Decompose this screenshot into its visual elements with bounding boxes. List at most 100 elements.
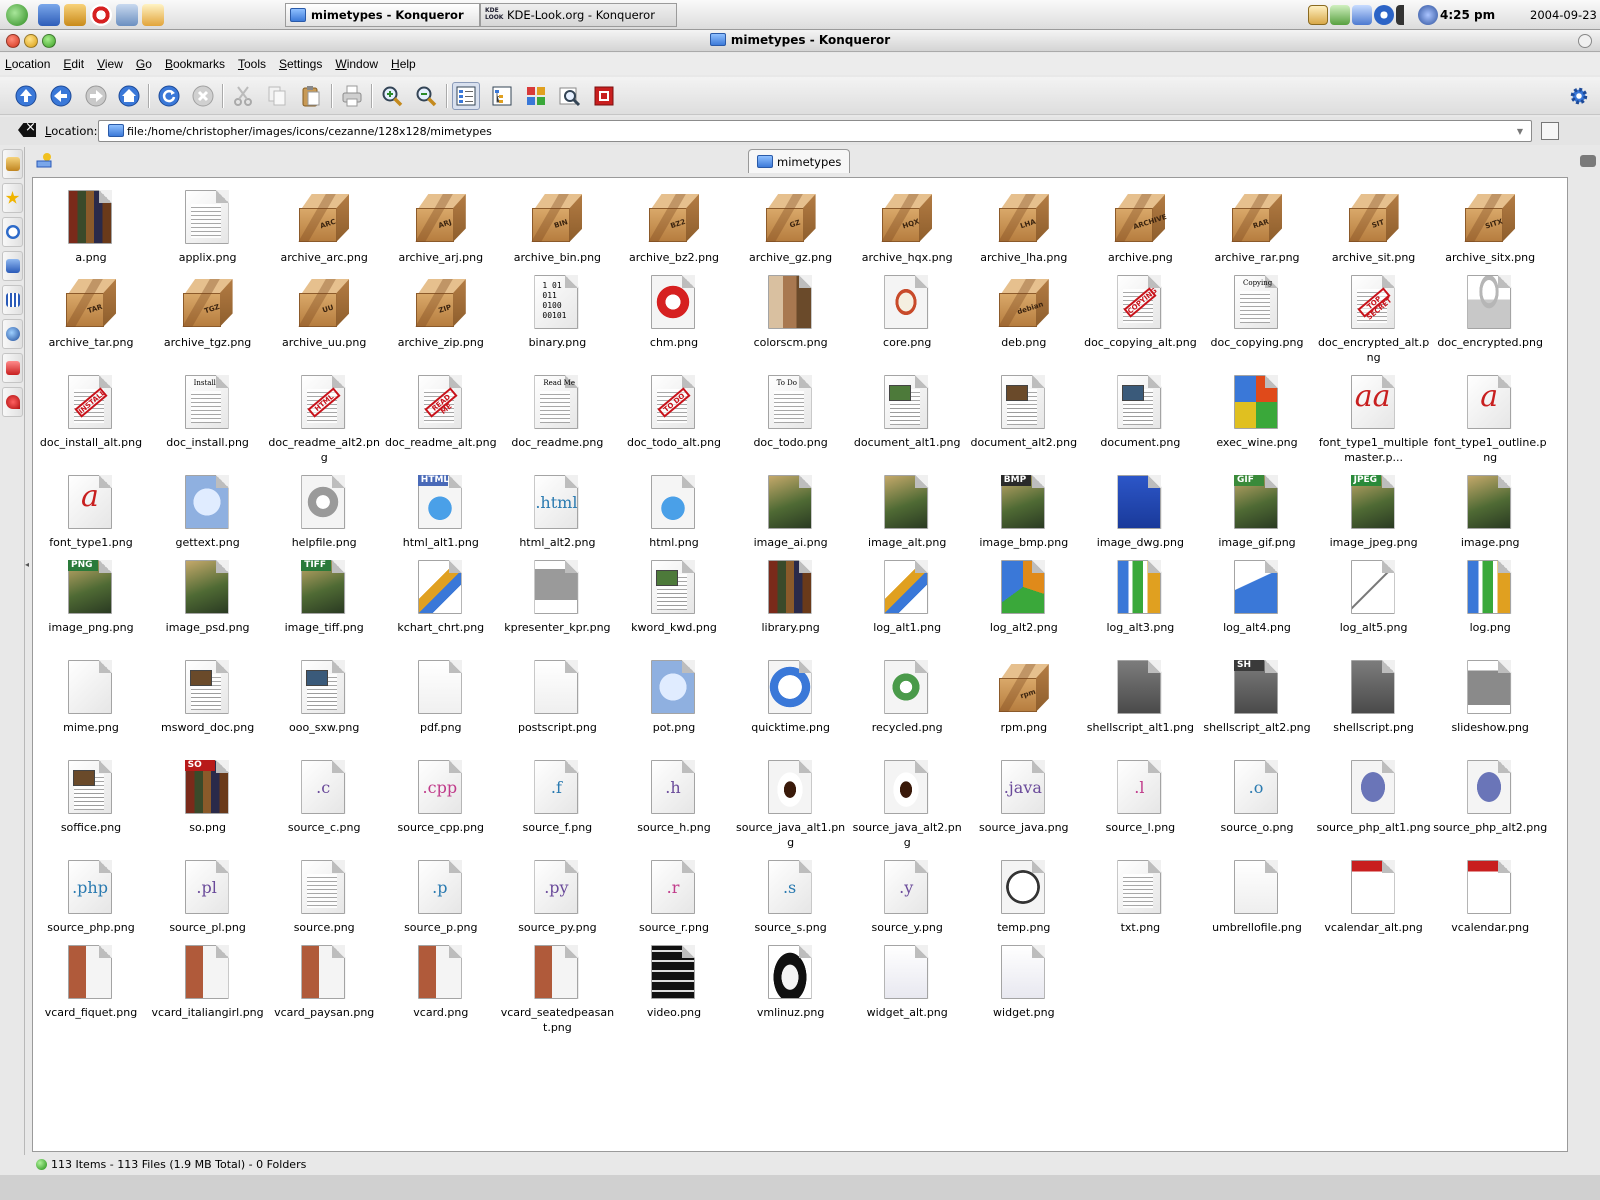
file-item[interactable]: slideshow.png xyxy=(1433,652,1547,738)
file-item[interactable]: ooo_sxw.png xyxy=(267,652,381,738)
file-item[interactable]: JPEG image_jpeg.png xyxy=(1317,467,1431,553)
file-item[interactable]: kchart_chrt.png xyxy=(384,552,498,638)
tree-view-button[interactable] xyxy=(488,82,516,110)
sidebar-tab-history[interactable] xyxy=(2,217,23,247)
file-item[interactable]: document.png xyxy=(1083,367,1197,453)
file-item[interactable]: SIT archive_sit.png xyxy=(1317,182,1431,268)
file-item[interactable]: .y source_y.png xyxy=(850,852,964,938)
file-item[interactable]: TIFF image_tiff.png xyxy=(267,552,381,638)
file-item[interactable]: .o source_o.png xyxy=(1200,752,1314,838)
file-item[interactable]: Copying doc_copying.png xyxy=(1200,267,1314,353)
file-item[interactable]: temp.png xyxy=(967,852,1081,938)
file-item[interactable]: kpresenter_kpr.png xyxy=(500,552,614,638)
menu-window[interactable]: Window xyxy=(335,57,378,71)
file-item[interactable]: vcard_fiquet.png xyxy=(34,937,148,1023)
close-tab-icon[interactable] xyxy=(1580,155,1596,167)
network-icon[interactable] xyxy=(116,4,138,26)
file-item[interactable]: .r source_r.png xyxy=(617,852,731,938)
file-item[interactable]: GZ archive_gz.png xyxy=(734,182,848,268)
file-item[interactable]: log.png xyxy=(1433,552,1547,638)
back-button[interactable] xyxy=(47,82,75,110)
file-item[interactable]: .c source_c.png xyxy=(267,752,381,838)
file-item[interactable]: a.png xyxy=(34,182,148,268)
desktop-switch-icon[interactable] xyxy=(1352,5,1372,25)
file-item[interactable]: vcalendar.png xyxy=(1433,852,1547,938)
file-item[interactable]: applix.png xyxy=(151,182,265,268)
volume-icon[interactable] xyxy=(1396,5,1416,25)
new-tab-icon[interactable] xyxy=(35,151,53,169)
file-item[interactable]: .php source_php.png xyxy=(34,852,148,938)
file-item[interactable]: mime.png xyxy=(34,652,148,738)
home-folder-icon[interactable] xyxy=(64,4,86,26)
multicolumn-view-button[interactable] xyxy=(522,82,550,110)
sidebar-tab-config[interactable] xyxy=(2,149,23,179)
file-item[interactable]: INSTALL doc_install_alt.png xyxy=(34,367,148,453)
sidebar-resize-handle[interactable]: ◂ xyxy=(25,560,31,569)
file-item[interactable]: txt.png xyxy=(1083,852,1197,938)
gear-icon[interactable] xyxy=(1568,85,1590,107)
file-item[interactable]: vcard_italiangirl.png xyxy=(151,937,265,1023)
file-item[interactable]: .pl source_pl.png xyxy=(151,852,265,938)
file-item[interactable]: ARJ archive_arj.png xyxy=(384,182,498,268)
file-item[interactable]: source_php_alt2.png xyxy=(1433,752,1547,838)
sidebar-tab-media[interactable] xyxy=(2,285,23,315)
file-item[interactable]: postscript.png xyxy=(500,652,614,738)
file-item[interactable]: debian deb.png xyxy=(967,267,1081,353)
file-item[interactable]: colorscm.png xyxy=(734,267,848,353)
file-item[interactable]: UU archive_uu.png xyxy=(267,267,381,353)
file-item[interactable]: vcalendar_alt.png xyxy=(1317,852,1431,938)
file-icon-view[interactable]: a.png applix.png ARC archive_arc.png ARJ arch… xyxy=(32,177,1568,1152)
file-item[interactable]: PNG image_png.png xyxy=(34,552,148,638)
file-item[interactable]: rpm rpm.png xyxy=(967,652,1081,738)
file-item[interactable]: quicktime.png xyxy=(734,652,848,738)
file-item[interactable]: BZ2 archive_bz2.png xyxy=(617,182,731,268)
file-item[interactable]: ARCHIVE archive.png xyxy=(1083,182,1197,268)
file-item[interactable]: LHA archive_lha.png xyxy=(967,182,1081,268)
clear-location-icon[interactable] xyxy=(18,123,36,137)
file-item[interactable]: document_alt1.png xyxy=(850,367,964,453)
file-item[interactable]: log_alt3.png xyxy=(1083,552,1197,638)
file-item[interactable]: pdf.png xyxy=(384,652,498,738)
file-item[interactable]: core.png xyxy=(850,267,964,353)
file-item[interactable]: source_java_alt2.png xyxy=(850,752,964,849)
file-item[interactable]: 1 01 011 0100 00101 binary.png xyxy=(500,267,614,353)
file-item[interactable]: Install doc_install.png xyxy=(151,367,265,453)
file-item[interactable]: image_alt.png xyxy=(850,467,964,553)
go-button[interactable] xyxy=(1541,122,1559,140)
file-item[interactable]: image_psd.png xyxy=(151,552,265,638)
file-item[interactable]: HQX archive_hqx.png xyxy=(850,182,964,268)
file-item[interactable]: READ ME doc_readme_alt.png xyxy=(384,367,498,453)
file-item[interactable]: .html html_alt2.png xyxy=(500,467,614,553)
file-item[interactable]: widget.png xyxy=(967,937,1081,1023)
shade-button[interactable] xyxy=(1578,34,1592,48)
location-input[interactable]: file:/home/christopher/images/icons/ceza… xyxy=(98,120,1532,142)
window-titlebar[interactable]: mimetypes - Konqueror xyxy=(0,30,1600,52)
sidebar-tab-bookmarks[interactable] xyxy=(2,183,23,213)
sidebar-tab-home[interactable] xyxy=(2,251,23,281)
file-item[interactable]: image_dwg.png xyxy=(1083,467,1197,553)
file-item[interactable]: a font_type1.png xyxy=(34,467,148,553)
reload-button[interactable] xyxy=(155,82,183,110)
file-item[interactable]: kword_kwd.png xyxy=(617,552,731,638)
file-item[interactable]: shellscript_alt1.png xyxy=(1083,652,1197,738)
file-item[interactable]: TOP SECRET doc_encrypted_alt.png xyxy=(1317,267,1431,364)
file-item[interactable]: COPYING doc_copying_alt.png xyxy=(1083,267,1197,353)
file-item[interactable]: TAR archive_tar.png xyxy=(34,267,148,353)
klipper-icon[interactable] xyxy=(1308,5,1328,25)
stop-button[interactable] xyxy=(189,82,217,110)
copy-button[interactable] xyxy=(263,82,291,110)
paste-button[interactable] xyxy=(297,82,325,110)
file-item[interactable]: log_alt4.png xyxy=(1200,552,1314,638)
find-button[interactable] xyxy=(556,82,584,110)
zoom-out-button[interactable] xyxy=(412,82,440,110)
menu-bookmarks[interactable]: Bookmarks xyxy=(165,57,225,71)
desktop-icon[interactable] xyxy=(38,4,60,26)
file-item[interactable]: TO DO doc_todo_alt.png xyxy=(617,367,731,453)
date[interactable]: 2004-09-23 xyxy=(1530,8,1597,22)
file-item[interactable]: To Do doc_todo.png xyxy=(734,367,848,453)
file-item[interactable]: shellscript.png xyxy=(1317,652,1431,738)
file-item[interactable]: .h source_h.png xyxy=(617,752,731,838)
file-item[interactable]: gettext.png xyxy=(151,467,265,553)
help-lifebuoy-icon[interactable] xyxy=(90,4,112,26)
file-item[interactable]: BIN archive_bin.png xyxy=(500,182,614,268)
